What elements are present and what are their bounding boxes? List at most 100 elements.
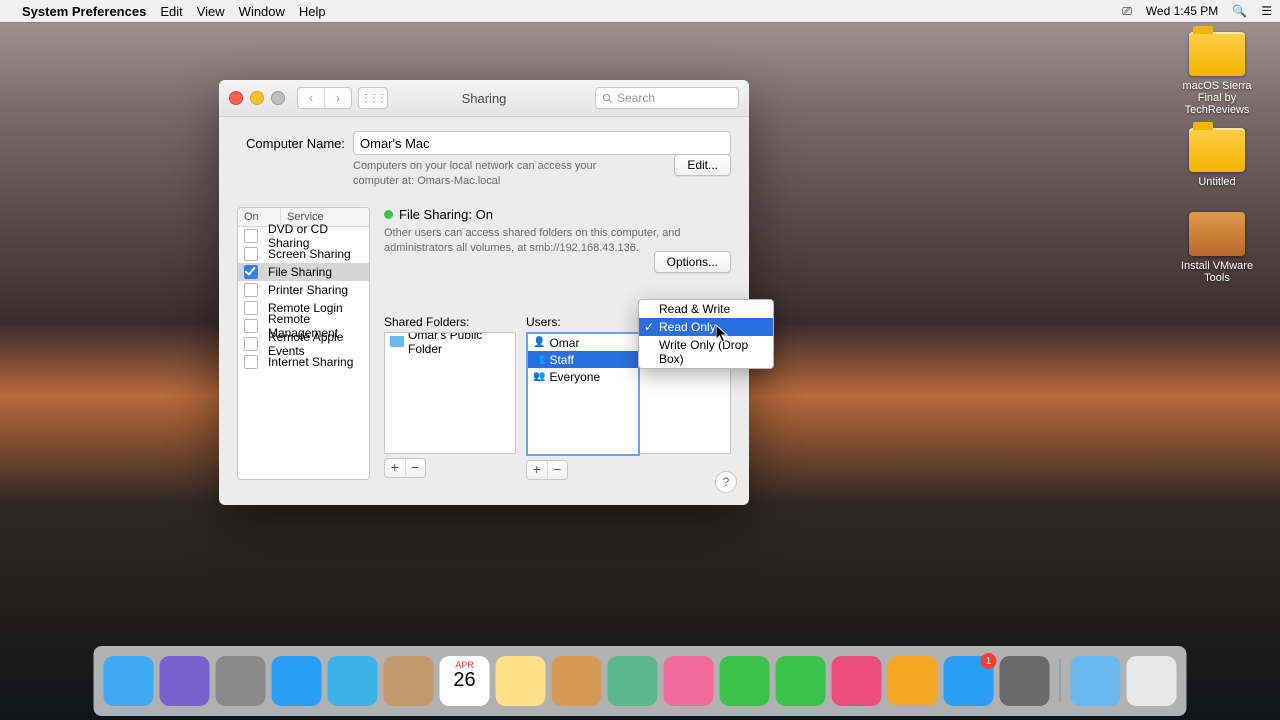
badge: 1 (981, 653, 997, 669)
permission-menu-item[interactable]: Read Only (639, 318, 773, 336)
dock-notes[interactable] (496, 656, 546, 706)
search-input[interactable]: Search (595, 87, 739, 109)
service-label: File Sharing (268, 265, 332, 279)
person-icon: 👤 (533, 337, 545, 348)
checkbox[interactable] (244, 229, 258, 243)
add-remove-users: + − (526, 460, 568, 480)
dock-trash[interactable] (1127, 656, 1177, 706)
remove-user-button[interactable]: − (547, 461, 568, 479)
service-row[interactable]: Internet Sharing (238, 353, 369, 371)
service-label: Screen Sharing (268, 247, 351, 261)
edit-button[interactable]: Edit... (674, 154, 731, 176)
dock-reminders[interactable] (552, 656, 602, 706)
minimize-button[interactable] (250, 91, 264, 105)
desktop-icon[interactable]: Install VMware Tools (1172, 212, 1262, 284)
help-button[interactable]: ? (715, 471, 737, 493)
desktop-icon[interactable]: macOS Sierra Final by TechReviews (1172, 32, 1262, 116)
status-dot-icon (384, 210, 393, 219)
desktop: System Preferences Edit View Window Help… (0, 0, 1280, 720)
dock-finder[interactable] (104, 656, 154, 706)
zoom-button[interactable] (271, 91, 285, 105)
user-row[interactable]: 👥Staff (528, 351, 638, 368)
checkbox[interactable] (244, 355, 258, 369)
forward-button[interactable]: › (324, 88, 351, 108)
service-row[interactable]: File Sharing (238, 263, 369, 281)
dock-messages[interactable] (720, 656, 770, 706)
add-remove-folders: + − (384, 458, 426, 478)
sharing-window: ‹ › ⋮⋮⋮ Sharing Search Computer Name: Co… (219, 80, 749, 505)
dock-launchpad[interactable] (216, 656, 266, 706)
service-row[interactable]: Remote Apple Events (238, 335, 369, 353)
desktop-icon-label: Install VMware Tools (1172, 260, 1262, 284)
desktop-icon[interactable]: Untitled (1172, 128, 1262, 188)
desktop-icon-label: Untitled (1172, 176, 1262, 188)
dock: APR26 1 (94, 646, 1187, 716)
remove-folder-button[interactable]: − (405, 459, 426, 477)
computer-name-label: Computer Name: (237, 136, 345, 151)
permission-menu-item[interactable]: Write Only (Drop Box) (639, 336, 773, 368)
service-label: Printer Sharing (268, 283, 348, 297)
status-subtext: Other users can access shared folders on… (384, 226, 684, 256)
dock-contacts[interactable] (384, 656, 434, 706)
menu-edit[interactable]: Edit (160, 4, 182, 19)
menu-window[interactable]: Window (239, 4, 285, 19)
desktop-icon-label: macOS Sierra Final by TechReviews (1172, 80, 1262, 116)
service-row[interactable]: Printer Sharing (238, 281, 369, 299)
folder-icon (1189, 32, 1245, 76)
menubar-clock[interactable]: Wed 1:45 PM (1146, 4, 1218, 18)
checkbox[interactable] (244, 265, 258, 279)
menu-help[interactable]: Help (299, 4, 326, 19)
user-row[interactable]: 👤Omar (528, 334, 638, 351)
show-all-button[interactable]: ⋮⋮⋮ (358, 87, 388, 109)
status-title: File Sharing: On (399, 207, 493, 222)
folder-icon (1189, 128, 1245, 172)
service-row[interactable]: DVD or CD Sharing (238, 227, 369, 245)
dock-ibooks[interactable] (888, 656, 938, 706)
menu-view[interactable]: View (197, 4, 225, 19)
shared-folders-list[interactable]: Omar's Public Folder (384, 332, 516, 454)
checkbox[interactable] (244, 283, 258, 297)
dock-photos[interactable] (664, 656, 714, 706)
permission-menu-item[interactable]: Read & Write (639, 300, 773, 318)
checkbox[interactable] (244, 301, 258, 315)
computer-name-subtext: Computers on your local network can acce… (353, 159, 623, 189)
nav-buttons: ‹ › (297, 87, 352, 109)
dock-siri[interactable] (160, 656, 210, 706)
computer-name-input[interactable] (353, 131, 731, 155)
checkbox[interactable] (244, 319, 258, 333)
services-list: On Service DVD or CD SharingScreen Shari… (237, 207, 370, 481)
airplay-icon[interactable]: ⎚ (1122, 4, 1132, 19)
service-label: Internet Sharing (268, 355, 353, 369)
dock-itunes[interactable] (832, 656, 882, 706)
user-row[interactable]: 👥Everyone (528, 368, 638, 385)
dock-facetime[interactable] (776, 656, 826, 706)
checkbox[interactable] (244, 247, 258, 261)
notification-center-icon[interactable]: ☰ (1261, 4, 1272, 18)
dock-separator (1060, 659, 1061, 703)
options-button[interactable]: Options... (654, 251, 731, 273)
permission-menu: Read & WriteRead OnlyWrite Only (Drop Bo… (638, 299, 774, 369)
checkbox[interactable] (244, 337, 258, 351)
dock-calendar[interactable]: APR26 (440, 656, 490, 706)
package-icon (1189, 212, 1245, 256)
shared-folders-label: Shared Folders: (384, 315, 516, 329)
search-icon (602, 93, 613, 104)
list-item[interactable]: Omar's Public Folder (385, 333, 515, 350)
service-row[interactable]: Screen Sharing (238, 245, 369, 263)
add-folder-button[interactable]: + (385, 459, 405, 477)
back-button[interactable]: ‹ (298, 88, 324, 108)
close-button[interactable] (229, 91, 243, 105)
dock-mail[interactable] (328, 656, 378, 706)
service-label: DVD or CD Sharing (268, 222, 363, 250)
menubar-app-name[interactable]: System Preferences (22, 4, 146, 19)
dock-system-preferences[interactable] (1000, 656, 1050, 706)
users-list[interactable]: 👤Omar👥Staff👥Everyone (526, 332, 640, 456)
service-label: Remote Apple Events (268, 330, 363, 358)
dock-maps[interactable] (608, 656, 658, 706)
dock-downloads[interactable] (1071, 656, 1121, 706)
dock-app-store[interactable]: 1 (944, 656, 994, 706)
add-user-button[interactable]: + (527, 461, 547, 479)
spotlight-icon[interactable]: 🔍 (1232, 4, 1247, 18)
titlebar[interactable]: ‹ › ⋮⋮⋮ Sharing Search (219, 80, 749, 117)
dock-safari[interactable] (272, 656, 322, 706)
